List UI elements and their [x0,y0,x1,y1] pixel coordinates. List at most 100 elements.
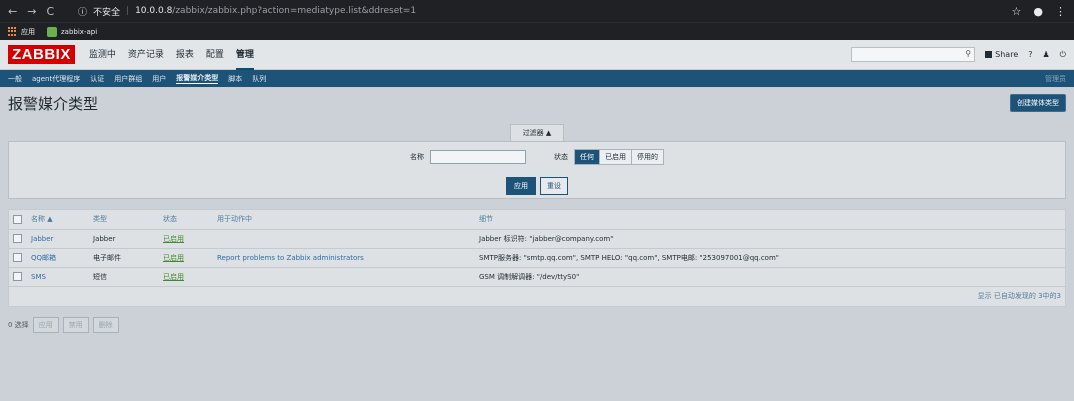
forward-arrow-icon[interactable]: → [27,5,36,18]
help-icon[interactable]: ? [1028,50,1032,59]
subnav-general[interactable]: 一般 [8,74,22,84]
status-option-any[interactable]: 任何 [575,150,600,164]
media-types-table: 名称 ▲ 类型 状态 用于动作中 细节 Jabber Jabber 已启用 Ja… [8,209,1066,307]
row-checkbox[interactable] [13,234,22,243]
row-checkbox[interactable] [13,253,22,262]
browser-menu-icon[interactable]: ⋮ [1055,5,1066,18]
table-header-row: 名称 ▲ 类型 状态 用于动作中 细节 [9,210,1065,230]
media-type-type: Jabber [89,229,159,249]
status-option-enabled[interactable]: 已启用 [600,150,632,164]
column-used-in-actions: 用于动作中 [213,210,475,230]
url-host: 10.0.0.8 [135,6,173,16]
zabbix-logo[interactable]: ZABBIX [8,45,75,64]
filter-toggle-tab[interactable]: 过滤器 ▲ [509,124,565,141]
media-type-name-link[interactable]: Jabber [27,229,89,249]
column-name[interactable]: 名称 ▲ [27,210,89,230]
address-bar[interactable]: ⓘ 不安全 | 10.0.0.8/zabbix/zabbix.php?actio… [78,5,416,18]
mass-enable-button[interactable]: 应用 [32,316,59,333]
zabbix-header: ZABBIX 监测中 资产记录 报表 配置 管理 ⚲ Share ? ♟ ⏻ [0,40,1074,70]
filter-buttons: 应用 重设 [9,177,1065,195]
column-type: 类型 [89,210,159,230]
url-path: /zabbix/zabbix.php?action=mediatype.list… [172,6,417,16]
browser-toolbar: ← → C ⓘ 不安全 | 10.0.0.8/zabbix/zabbix.php… [0,0,1074,22]
security-label: 不安全 [93,7,121,18]
bookmark-zabbix-api-label: zabbix-api [61,27,98,36]
media-type-details: GSM 调制解调器: "/dev/ttyS0" [475,267,1065,287]
table-row: QQ邮箱 电子邮件 已启用 Report problems to Zabbix … [9,248,1065,268]
bookmark-apps[interactable]: 应用 [8,27,35,37]
menu-configuration[interactable]: 配置 [206,39,224,70]
mass-action-bar: 0 选择 应用 禁用 删除 [0,307,1074,343]
media-type-details: Jabber 标识符: "jabber@company.com" [475,229,1065,249]
main-menu: 监测中 资产记录 报表 配置 管理 [89,39,254,70]
bookmark-star-icon[interactable]: ☆ [1012,5,1022,18]
zabbix-favicon-icon [47,26,57,37]
filter-panel: 名称 状态 任何 已启用 停用的 应用 重设 [8,141,1066,199]
media-type-type: 电子邮件 [89,248,159,268]
column-status: 状态 [159,210,213,230]
account-icon[interactable]: ● [1033,5,1043,18]
filter-status-toggle: 任何 已启用 停用的 [574,149,664,165]
media-type-status[interactable]: 已启用 [159,248,213,268]
subnav-authentication[interactable]: 认证 [90,74,104,84]
share-icon [985,51,993,58]
selected-count: 0 选择 [8,320,29,329]
page-title-row: 报警媒介类型 创建媒体类型 [0,88,1074,118]
media-type-status[interactable]: 已启用 [159,229,213,249]
menu-monitoring[interactable]: 监测中 [89,39,116,70]
filter-apply-button[interactable]: 应用 [506,177,536,195]
apps-grid-icon [8,27,17,36]
filter-row: 名称 状态 任何 已启用 停用的 [9,149,1065,165]
reload-icon[interactable]: C [46,5,54,18]
info-icon[interactable]: ⓘ [78,5,87,18]
user-profile-icon[interactable]: ♟ [1043,50,1050,59]
select-all-checkbox[interactable] [13,214,22,224]
status-option-disabled[interactable]: 停用的 [632,150,663,164]
mass-delete-button[interactable]: 删除 [92,316,119,333]
table-row: SMS 短信 已启用 GSM 调制解调器: "/dev/ttyS0" [9,267,1065,287]
subnav-queue[interactable]: 队列 [252,74,266,84]
logout-icon[interactable]: ⏻ [1060,50,1066,60]
menu-inventory[interactable]: 资产记录 [128,39,164,70]
bookmark-zabbix-api[interactable]: zabbix-api [47,26,98,37]
menu-reports[interactable]: 报表 [176,39,194,70]
menu-administration[interactable]: 管理 [235,39,254,70]
media-type-used-in-link[interactable]: Report problems to Zabbix administrators [213,248,475,268]
subnav-user-groups[interactable]: 用户群组 [114,74,142,84]
table-footer-count: 显示 已自动发现的 3中的3 [977,292,1061,300]
main-content: 报警媒介类型 创建媒体类型 过滤器 ▲ 名称 状态 任何 已启用 停用的 应用 … [0,88,1074,401]
subnav-right-label: 管理员 [1045,74,1066,83]
row-checkbox[interactable] [13,272,22,281]
page-title: 报警媒介类型 [8,94,99,113]
filter-name-label: 名称 [410,153,424,161]
back-arrow-icon[interactable]: ← [8,5,17,18]
subnav-proxies[interactable]: agent代理程序 [32,74,80,84]
search-icon[interactable]: ⚲ [965,49,971,58]
media-type-type: 短信 [89,267,159,287]
bookmark-apps-label: 应用 [21,27,35,36]
column-details: 细节 [475,210,1065,230]
header-right: ⚲ Share ? ♟ ⏻ [851,47,1066,62]
filter-tab-wrap: 过滤器 ▲ [0,124,1074,141]
table-row: Jabber Jabber 已启用 Jabber 标识符: "jabber@co… [9,229,1065,249]
mass-disable-button[interactable]: 禁用 [62,316,89,333]
filter-name-input[interactable] [430,150,526,164]
subnav-scripts[interactable]: 脚本 [228,74,242,84]
media-type-used-in [213,267,475,287]
share-label: Share [995,50,1019,59]
browser-right-actions: ☆ ● ⋮ [1012,5,1066,18]
global-search-input[interactable]: ⚲ [851,47,976,62]
browser-nav: ← → C [8,5,78,18]
create-media-type-button[interactable]: 创建媒体类型 [1010,94,1066,112]
filter-status-label: 状态 [554,153,568,161]
media-type-used-in [213,229,475,249]
media-type-details: SMTP服务器: "smtp.qq.com", SMTP HELO: "qq.c… [475,248,1065,268]
share-button[interactable]: Share [985,50,1018,59]
subnav-users[interactable]: 用户 [152,74,166,84]
media-type-name-link[interactable]: SMS [27,267,89,287]
subnav-media-types[interactable]: 报警媒介类型 [176,73,219,84]
media-type-status[interactable]: 已启用 [159,267,213,287]
media-type-name-link[interactable]: QQ邮箱 [27,248,89,268]
filter-reset-button[interactable]: 重设 [540,177,568,195]
bookmarks-bar: 应用 zabbix-api [0,22,1074,40]
